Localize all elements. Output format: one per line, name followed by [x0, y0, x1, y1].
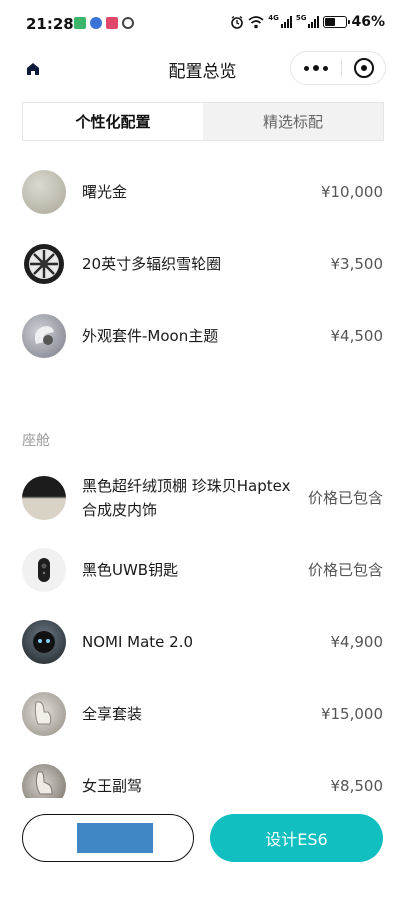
secondary-action-button[interactable]	[22, 814, 194, 862]
battery-percent: 46%	[351, 14, 385, 30]
seat-package-icon	[22, 692, 66, 736]
status-bar: 21:28 4G 5G 46%	[0, 0, 405, 48]
list-item: NOMI Mate 2.0 ¥4,900	[0, 620, 405, 664]
section-title-cabin: 座舱	[22, 433, 50, 449]
signal-icon-2	[308, 16, 320, 28]
exterior-kit-icon	[22, 314, 66, 358]
passenger-seat-icon	[22, 764, 66, 798]
item-price: 价格已包含	[307, 561, 383, 579]
list-item: 20英寸多辐织雪轮圈 ¥3,500	[0, 242, 405, 286]
config-tabs: 个性化配置 精选标配	[22, 102, 384, 141]
close-mini-program-button[interactable]	[342, 52, 385, 84]
item-price: ¥15,000	[320, 705, 383, 723]
interior-color-icon	[22, 476, 66, 520]
nav-bar: 配置总览	[0, 48, 405, 88]
item-name-line-2: 合成皮内饰	[82, 501, 158, 519]
item-name: 曙光金	[82, 183, 128, 201]
list-item: 女王副驾 ¥8,500	[0, 764, 405, 798]
network-type-label: 4G	[268, 14, 279, 22]
key-fob-icon	[22, 548, 66, 592]
alarm-icon	[231, 15, 244, 29]
color-swatch-icon	[22, 170, 66, 214]
list-item: 黑色超纤绒顶棚 珍珠贝Haptex 合成皮内饰 价格已包含	[0, 476, 405, 524]
item-price: ¥8,500	[330, 777, 384, 795]
item-price: ¥10,000	[320, 183, 383, 201]
item-price: ¥4,500	[330, 327, 384, 345]
config-list: 曙光金 ¥10,000 20英寸多辐织雪轮圈 ¥3,500 外观套件-Moon主…	[0, 150, 405, 798]
list-item: 全享套装 ¥15,000	[0, 692, 405, 736]
item-price: ¥3,500	[330, 255, 384, 273]
location-app-icon	[122, 17, 134, 29]
status-time: 21:28	[26, 15, 74, 33]
signal-icon	[280, 16, 292, 28]
item-name: 外观套件-Moon主题	[82, 327, 219, 345]
item-name: 女王副驾	[82, 777, 143, 795]
music-app-icon	[106, 17, 118, 29]
list-item: 外观套件-Moon主题 ¥4,500	[0, 314, 405, 358]
bottom-action-bar: 设计ES6	[0, 800, 405, 900]
status-right: 4G 5G 46%	[230, 14, 385, 30]
wifi-icon	[248, 15, 264, 28]
mini-program-capsule	[290, 51, 386, 85]
item-price: ¥4,900	[330, 633, 384, 651]
gallery-app-icon	[74, 17, 86, 29]
redacted-label	[77, 823, 153, 853]
tab-standard-config[interactable]: 精选标配	[203, 103, 383, 140]
wheel-icon	[22, 242, 66, 286]
target-icon	[353, 58, 374, 78]
design-es6-button[interactable]: 设计ES6	[210, 814, 383, 862]
paw-app-icon	[90, 17, 102, 29]
item-name: NOMI Mate 2.0	[82, 633, 194, 651]
list-item: 曙光金 ¥10,000	[0, 170, 405, 214]
status-app-icons	[74, 17, 134, 29]
item-price: 价格已包含	[307, 489, 383, 507]
item-name: 20英寸多辐织雪轮圈	[82, 255, 222, 273]
item-name: 全享套装	[82, 705, 143, 723]
item-name: 黑色UWB钥匙	[82, 561, 179, 579]
list-item: 黑色UWB钥匙 价格已包含	[0, 548, 405, 592]
item-name-line-1: 黑色超纤绒顶棚 珍珠贝Haptex	[82, 477, 291, 495]
nomi-icon	[22, 620, 66, 664]
more-button[interactable]	[291, 52, 341, 84]
network-type-label-2: 5G	[295, 14, 307, 22]
tab-personalized-config[interactable]: 个性化配置	[23, 103, 203, 140]
battery-icon	[323, 16, 351, 28]
